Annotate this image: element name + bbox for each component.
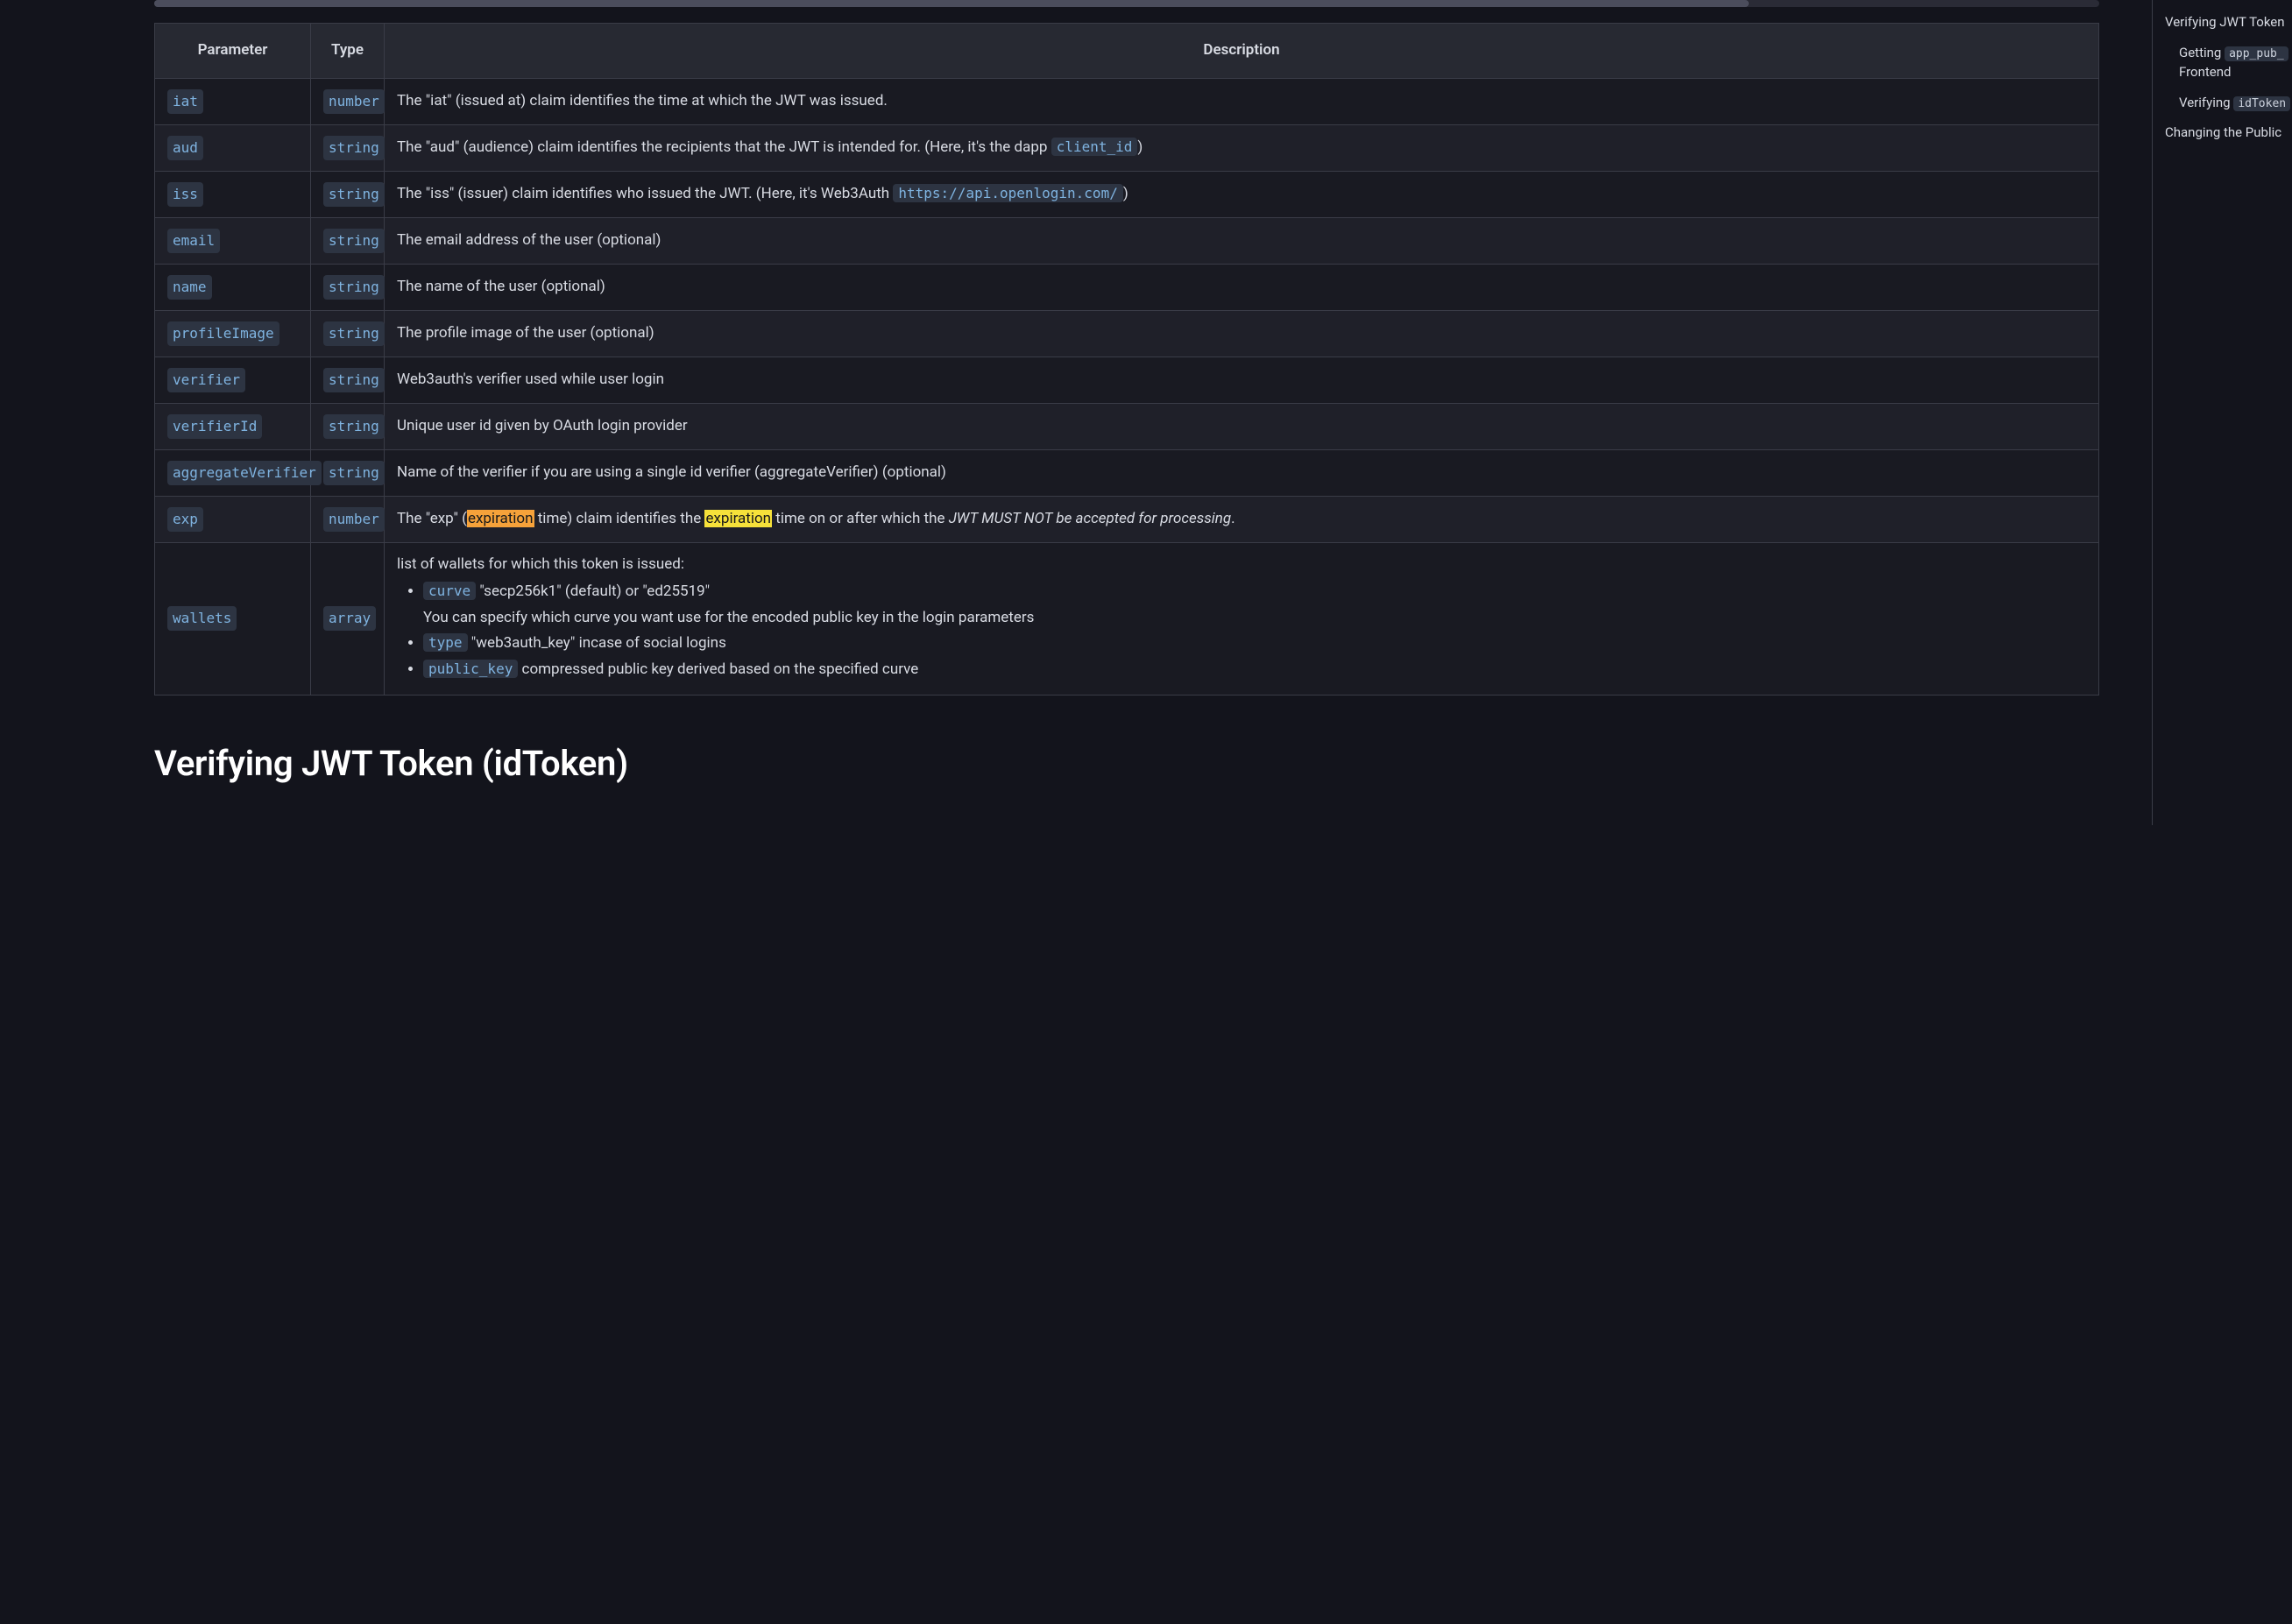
- desc-text: time) claim identifies the: [534, 510, 705, 527]
- table-header-row: Parameter Type Description: [155, 24, 2099, 79]
- type-code: string: [323, 414, 385, 439]
- desc-cell: Web3auth's verifier used while user logi…: [385, 357, 2099, 403]
- desc-text: "web3auth_key" incase of social logins: [468, 634, 726, 652]
- nav-item-changing-public[interactable]: Changing the Public: [2165, 117, 2292, 148]
- table-row: name string The name of the user (option…: [155, 264, 2099, 310]
- nav-item-getting-app-pub[interactable]: Getting app_pub_ Frontend: [2165, 38, 2292, 88]
- desc-cell: The profile image of the user (optional): [385, 310, 2099, 357]
- th-type: Type: [311, 24, 385, 79]
- param-code: iat: [167, 89, 203, 114]
- right-nav: Verifying JWT Token Getting app_pub_ Fro…: [2152, 0, 2292, 825]
- desc-text: ): [1137, 138, 1142, 156]
- list-item: public_key compressed public key derived…: [423, 659, 2086, 681]
- table-row: verifierId string Unique user id given b…: [155, 403, 2099, 449]
- table-row: wallets array list of wallets for which …: [155, 542, 2099, 695]
- type-code: string: [323, 321, 385, 346]
- param-code: iss: [167, 182, 203, 207]
- section-heading: Verifying JWT Token (idToken): [154, 738, 2099, 790]
- table-row: profileImage string The profile image of…: [155, 310, 2099, 357]
- desc-cell: list of wallets for which this token is …: [385, 542, 2099, 695]
- type-code: string: [323, 182, 385, 207]
- desc-subtext: You can specify which curve you want use…: [423, 607, 2086, 630]
- desc-cell: The "exp" (expiration time) claim identi…: [385, 496, 2099, 542]
- param-code: aud: [167, 136, 203, 160]
- inline-code: public_key: [423, 660, 518, 678]
- highlight-orange: expiration: [467, 510, 534, 527]
- desc-text: compressed public key derived based on t…: [518, 660, 918, 678]
- param-code: verifier: [167, 368, 245, 392]
- nav-item-verifying-jwt[interactable]: Verifying JWT Token: [2165, 7, 2292, 38]
- table-row: email string The email address of the us…: [155, 217, 2099, 264]
- type-code: string: [323, 461, 385, 485]
- desc-cell: The "aud" (audience) claim identifies th…: [385, 124, 2099, 171]
- param-code: aggregateVerifier: [167, 461, 322, 485]
- type-code: string: [323, 136, 385, 160]
- inline-code: https://api.openlogin.com/: [893, 184, 1122, 202]
- wallet-list: curve "secp256k1" (default) or "ed25519"…: [397, 581, 2086, 681]
- param-code: profileImage: [167, 321, 279, 346]
- table-row: exp number The "exp" (expiration time) c…: [155, 496, 2099, 542]
- table-row: iat number The "iat" (issued at) claim i…: [155, 78, 2099, 124]
- nav-text: Getting: [2179, 45, 2225, 60]
- nav-code: idToken: [2233, 96, 2290, 111]
- desc-cell: The "iat" (issued at) claim identifies t…: [385, 78, 2099, 124]
- table-row: aud string The "aud" (audience) claim id…: [155, 124, 2099, 171]
- desc-text: list of wallets for which this token is …: [397, 554, 2086, 576]
- param-code: wallets: [167, 606, 237, 631]
- param-code: email: [167, 229, 220, 253]
- type-code: array: [323, 606, 376, 631]
- param-code: exp: [167, 507, 203, 532]
- emphasis-text: JWT MUST NOT be accepted for processing: [949, 510, 1231, 527]
- desc-cell: The email address of the user (optional): [385, 217, 2099, 264]
- nav-text: Frontend: [2179, 62, 2292, 82]
- type-code: number: [323, 507, 385, 532]
- desc-cell: Unique user id given by OAuth login prov…: [385, 403, 2099, 449]
- horizontal-scrollbar[interactable]: [154, 0, 2099, 7]
- desc-text: time on or after which the: [772, 510, 949, 527]
- scrollbar-thumb[interactable]: [154, 0, 1749, 7]
- desc-text: The "iss" (issuer) claim identifies who …: [397, 185, 893, 202]
- desc-text: ): [1123, 185, 1128, 202]
- parameters-table: Parameter Type Description iat number Th…: [154, 23, 2099, 695]
- table-row: aggregateVerifier string Name of the ver…: [155, 449, 2099, 496]
- nav-item-verifying-idtoken[interactable]: Verifying idToken: [2165, 88, 2292, 118]
- th-description: Description: [385, 24, 2099, 79]
- param-code: verifierId: [167, 414, 262, 439]
- nav-text: Verifying: [2179, 95, 2233, 110]
- desc-cell: The name of the user (optional): [385, 264, 2099, 310]
- inline-code: client_id: [1051, 138, 1138, 156]
- desc-text: The "aud" (audience) claim identifies th…: [397, 138, 1051, 156]
- type-code: string: [323, 229, 385, 253]
- desc-text: .: [1231, 510, 1234, 527]
- inline-code: type: [423, 633, 468, 652]
- table-row: iss string The "iss" (issuer) claim iden…: [155, 171, 2099, 217]
- table-row: verifier string Web3auth's verifier used…: [155, 357, 2099, 403]
- desc-text: "secp256k1" (default) or "ed25519": [476, 583, 710, 600]
- nav-code: app_pub_: [2225, 46, 2288, 61]
- inline-code: curve: [423, 582, 476, 600]
- type-code: string: [323, 275, 385, 300]
- type-code: string: [323, 368, 385, 392]
- highlight-yellow: expiration: [704, 510, 772, 527]
- th-parameter: Parameter: [155, 24, 311, 79]
- list-item: curve "secp256k1" (default) or "ed25519"…: [423, 581, 2086, 629]
- desc-cell: The "iss" (issuer) claim identifies who …: [385, 171, 2099, 217]
- param-code: name: [167, 275, 212, 300]
- list-item: type "web3auth_key" incase of social log…: [423, 632, 2086, 655]
- desc-cell: Name of the verifier if you are using a …: [385, 449, 2099, 496]
- desc-text: The "exp" (: [397, 510, 467, 527]
- type-code: number: [323, 89, 385, 114]
